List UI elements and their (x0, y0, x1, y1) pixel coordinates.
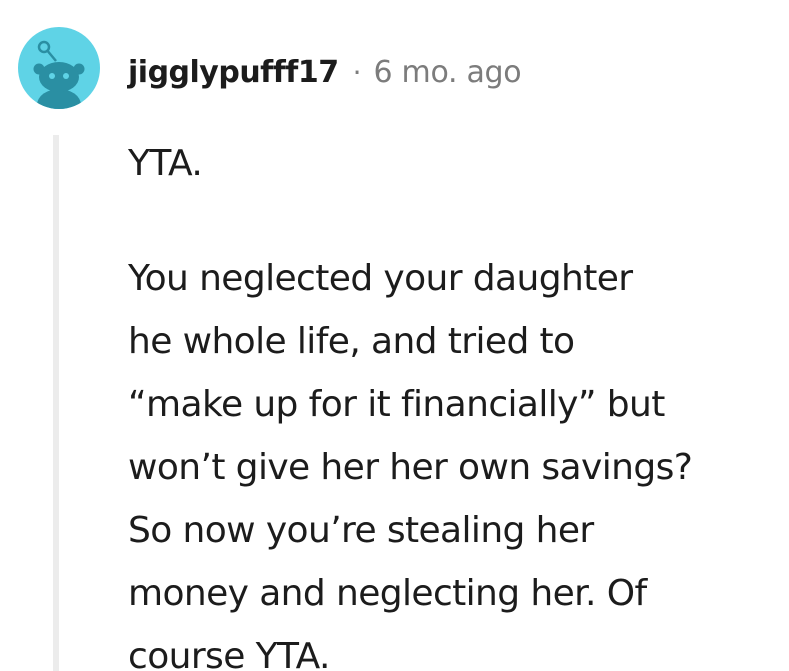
comment-line: “make up for it financially” but (128, 384, 665, 425)
comment-body: YTA. You neglected your daughter he whol… (128, 132, 778, 671)
snoo-avatar-icon (18, 27, 100, 109)
comment-line: You neglected your daughter (128, 258, 633, 299)
comment-paragraph: YTA. (128, 132, 778, 195)
comment-line: money and neglecting her. Of (128, 573, 647, 614)
comment-line: course YTA. (128, 636, 330, 671)
thread-line[interactable] (53, 135, 59, 671)
comment-meta: jigglypufff17 · 6 mo. ago (128, 50, 522, 94)
comment-timestamp[interactable]: 6 mo. ago (374, 55, 522, 90)
comment-line: won’t give her her own savings? (128, 447, 693, 488)
comment-line: So now you’re stealing her (128, 510, 594, 551)
comment-line: he whole life, and tried to (128, 321, 575, 362)
comment-paragraph: You neglected your daughter he whole lif… (128, 247, 778, 671)
avatar[interactable] (18, 27, 100, 109)
comment-line: YTA. (128, 143, 203, 184)
username-link[interactable]: jigglypufff17 (128, 55, 339, 90)
meta-separator: · (352, 55, 362, 89)
